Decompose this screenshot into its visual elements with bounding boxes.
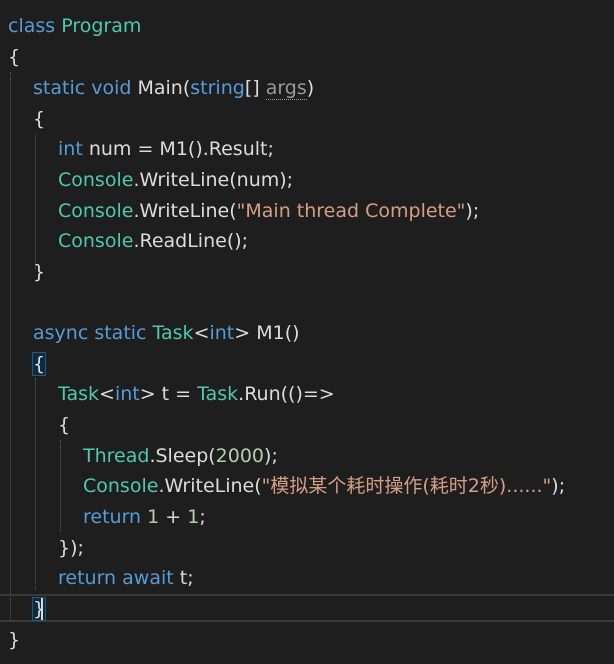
- code-line: Thread.Sleep(2000);: [83, 441, 278, 471]
- keyword-token: int: [209, 322, 235, 344]
- code-text: );: [264, 445, 278, 467]
- keyword-token: static: [33, 77, 86, 99]
- code-line: {: [58, 410, 70, 440]
- code-text: });: [58, 537, 84, 559]
- code-text: +: [159, 506, 188, 528]
- matched-brace-token: {: [31, 352, 47, 376]
- code-text: []: [244, 77, 260, 99]
- indent-guide: [60, 440, 61, 532]
- number-literal: 1: [187, 506, 200, 528]
- indent-guide: [10, 72, 11, 622]
- number-literal: 2000: [215, 445, 265, 467]
- code-text: <: [99, 383, 115, 405]
- code-line: static void Main(string[] args): [33, 73, 314, 103]
- keyword-token: int: [58, 138, 83, 160]
- code-text: Main(: [137, 77, 191, 99]
- keyword-token: class: [8, 15, 56, 37]
- type-token: Console: [83, 475, 159, 497]
- brace-token: }: [8, 629, 21, 651]
- code-line: Console.WriteLine("Main thread Complete"…: [58, 196, 479, 226]
- code-text: .WriteLine(: [133, 200, 237, 222]
- code-line: {: [31, 349, 47, 379]
- type-token: Task: [58, 383, 100, 405]
- code-text: .WriteLine(num);: [133, 169, 294, 191]
- code-text: .Run(()=>: [238, 383, 335, 405]
- code-text: > M1(): [234, 322, 300, 344]
- type-token: Task: [152, 322, 194, 344]
- type-token: Console: [58, 169, 134, 191]
- string-literal: "Main thread Complete": [236, 200, 466, 222]
- brace-token: }: [33, 261, 46, 283]
- code-line: async static Task<int> M1(): [33, 318, 300, 348]
- type-token: Console: [58, 230, 134, 252]
- type-token: Thread: [83, 445, 150, 467]
- code-line: return await t;: [58, 563, 194, 593]
- code-line: return 1 + 1;: [83, 502, 206, 532]
- code-text: > t =: [139, 383, 198, 405]
- current-line-highlight: [0, 594, 614, 622]
- code-line: Task<int> t = Task.Run(()=>: [58, 379, 335, 409]
- type-token: Console: [58, 200, 134, 222]
- unused-parameter-token: args: [265, 77, 307, 100]
- type-token: Task: [197, 383, 239, 405]
- keyword-token: return: [58, 567, 117, 589]
- keyword-token: await: [122, 567, 174, 589]
- code-line: }: [31, 594, 47, 624]
- code-line: Console.WriteLine(num);: [58, 165, 293, 195]
- code-text: );: [465, 200, 480, 222]
- keyword-token: void: [91, 77, 132, 99]
- indent-guide: [35, 378, 36, 590]
- type-token: Program: [61, 15, 142, 37]
- number-literal: 1: [147, 506, 160, 528]
- string-literal: "模拟某个耗时操作(耗时2秒)......": [261, 475, 552, 497]
- code-line: });: [58, 533, 84, 563]
- code-text: .ReadLine();: [133, 230, 249, 252]
- brace-token: {: [58, 414, 71, 436]
- indent-guide: [35, 134, 36, 269]
- code-line: }: [33, 257, 45, 287]
- keyword-token: static: [94, 322, 147, 344]
- code-text: .Sleep(: [149, 445, 216, 467]
- code-line: }: [8, 625, 20, 655]
- code-line: {: [8, 42, 20, 72]
- keyword-token: async: [33, 322, 89, 344]
- brace-token: {: [33, 108, 46, 130]
- code-text: ): [306, 77, 315, 99]
- code-line: Console.WriteLine("模拟某个耗时操作(耗时2秒)......"…: [83, 471, 565, 501]
- keyword-token: int: [114, 383, 140, 405]
- code-text: <: [193, 322, 210, 344]
- text-cursor: [41, 598, 43, 620]
- code-line: class Program: [8, 11, 141, 41]
- code-text: ;: [199, 506, 206, 528]
- code-text: .WriteLine(: [158, 475, 262, 497]
- code-text: num = M1().Result;: [88, 138, 274, 160]
- code-line: Console.ReadLine();: [58, 226, 248, 256]
- code-text: t;: [179, 567, 194, 589]
- matched-brace-token: }: [31, 597, 47, 621]
- code-line: {: [33, 104, 45, 134]
- code-line: int num = M1().Result;: [58, 134, 274, 164]
- code-text: );: [551, 475, 566, 497]
- brace-token: {: [8, 46, 21, 68]
- code-editor[interactable]: class Program { static void Main(string[…: [0, 0, 614, 664]
- keyword-token: string: [190, 77, 245, 99]
- keyword-token: return: [83, 506, 142, 528]
